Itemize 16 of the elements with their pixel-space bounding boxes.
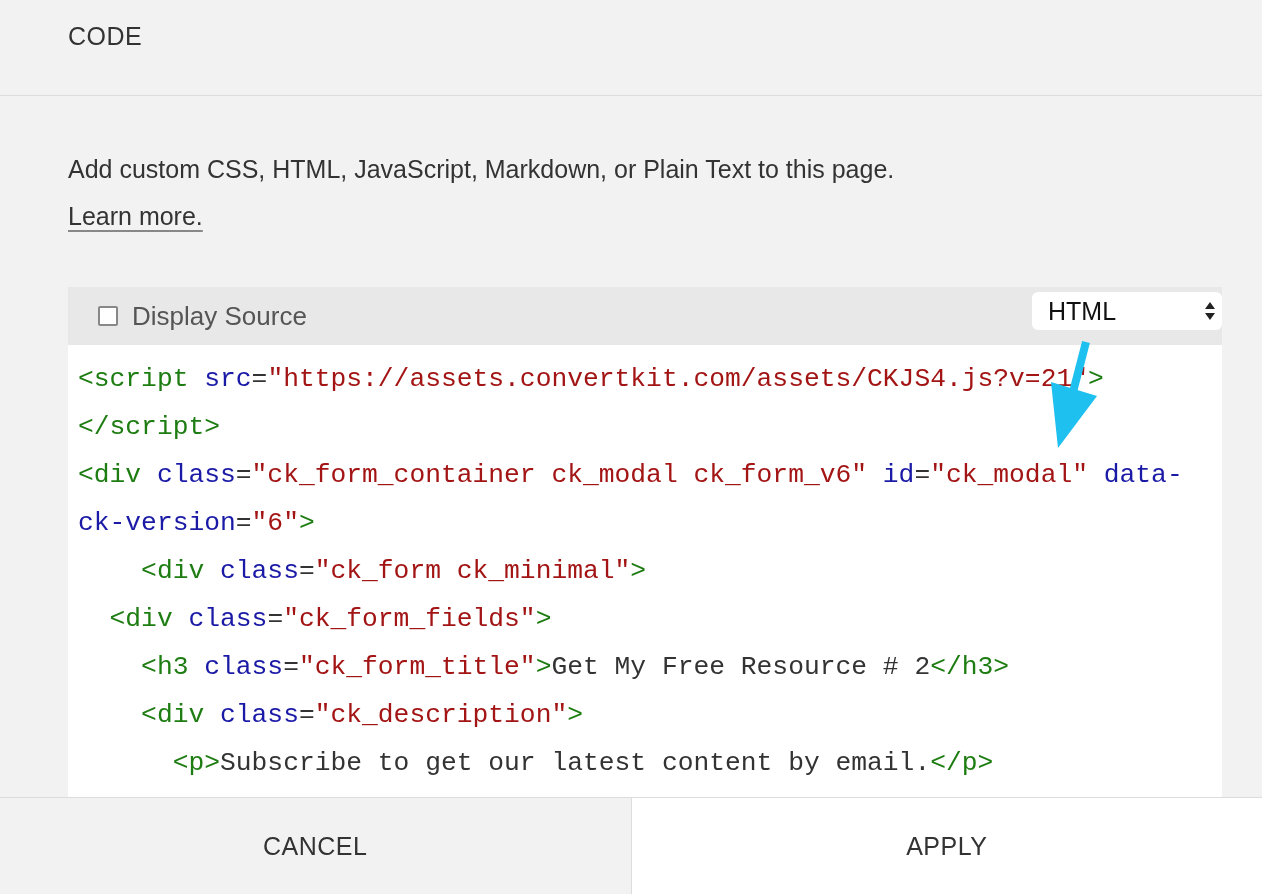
updown-caret-icon xyxy=(1204,300,1216,322)
display-source-checkbox[interactable] xyxy=(98,306,118,326)
code-line: <div class="ck_form_container ck_modal ck_form_v6" id="ck_modal" data- xyxy=(78,459,1184,492)
code-line: <p>Subscribe to get our latest content by email.</p> xyxy=(171,747,995,780)
code-line: ck-version="6"> xyxy=(78,507,316,540)
language-select[interactable]: HTML xyxy=(1032,292,1222,330)
code-line: </script> xyxy=(78,411,222,444)
code-line: <div class="ck_description"> xyxy=(140,699,584,732)
code-line: <div class="ck_form_fields"> xyxy=(108,603,553,636)
display-source-label: Display Source xyxy=(132,300,307,332)
code-line: <h3 class="ck_form_title">Get My Free Resource # 2</h3> xyxy=(140,651,1011,684)
apply-button[interactable]: APPLY xyxy=(631,798,1262,894)
learn-more-link[interactable]: Learn more. xyxy=(68,202,203,231)
code-line: <div class="ck_form ck_minimal"> xyxy=(140,555,648,588)
description-text: Add custom CSS, HTML, JavaScript, Markdown, or Plain Text to this page. xyxy=(68,154,895,184)
dialog-title: CODE xyxy=(68,22,143,51)
